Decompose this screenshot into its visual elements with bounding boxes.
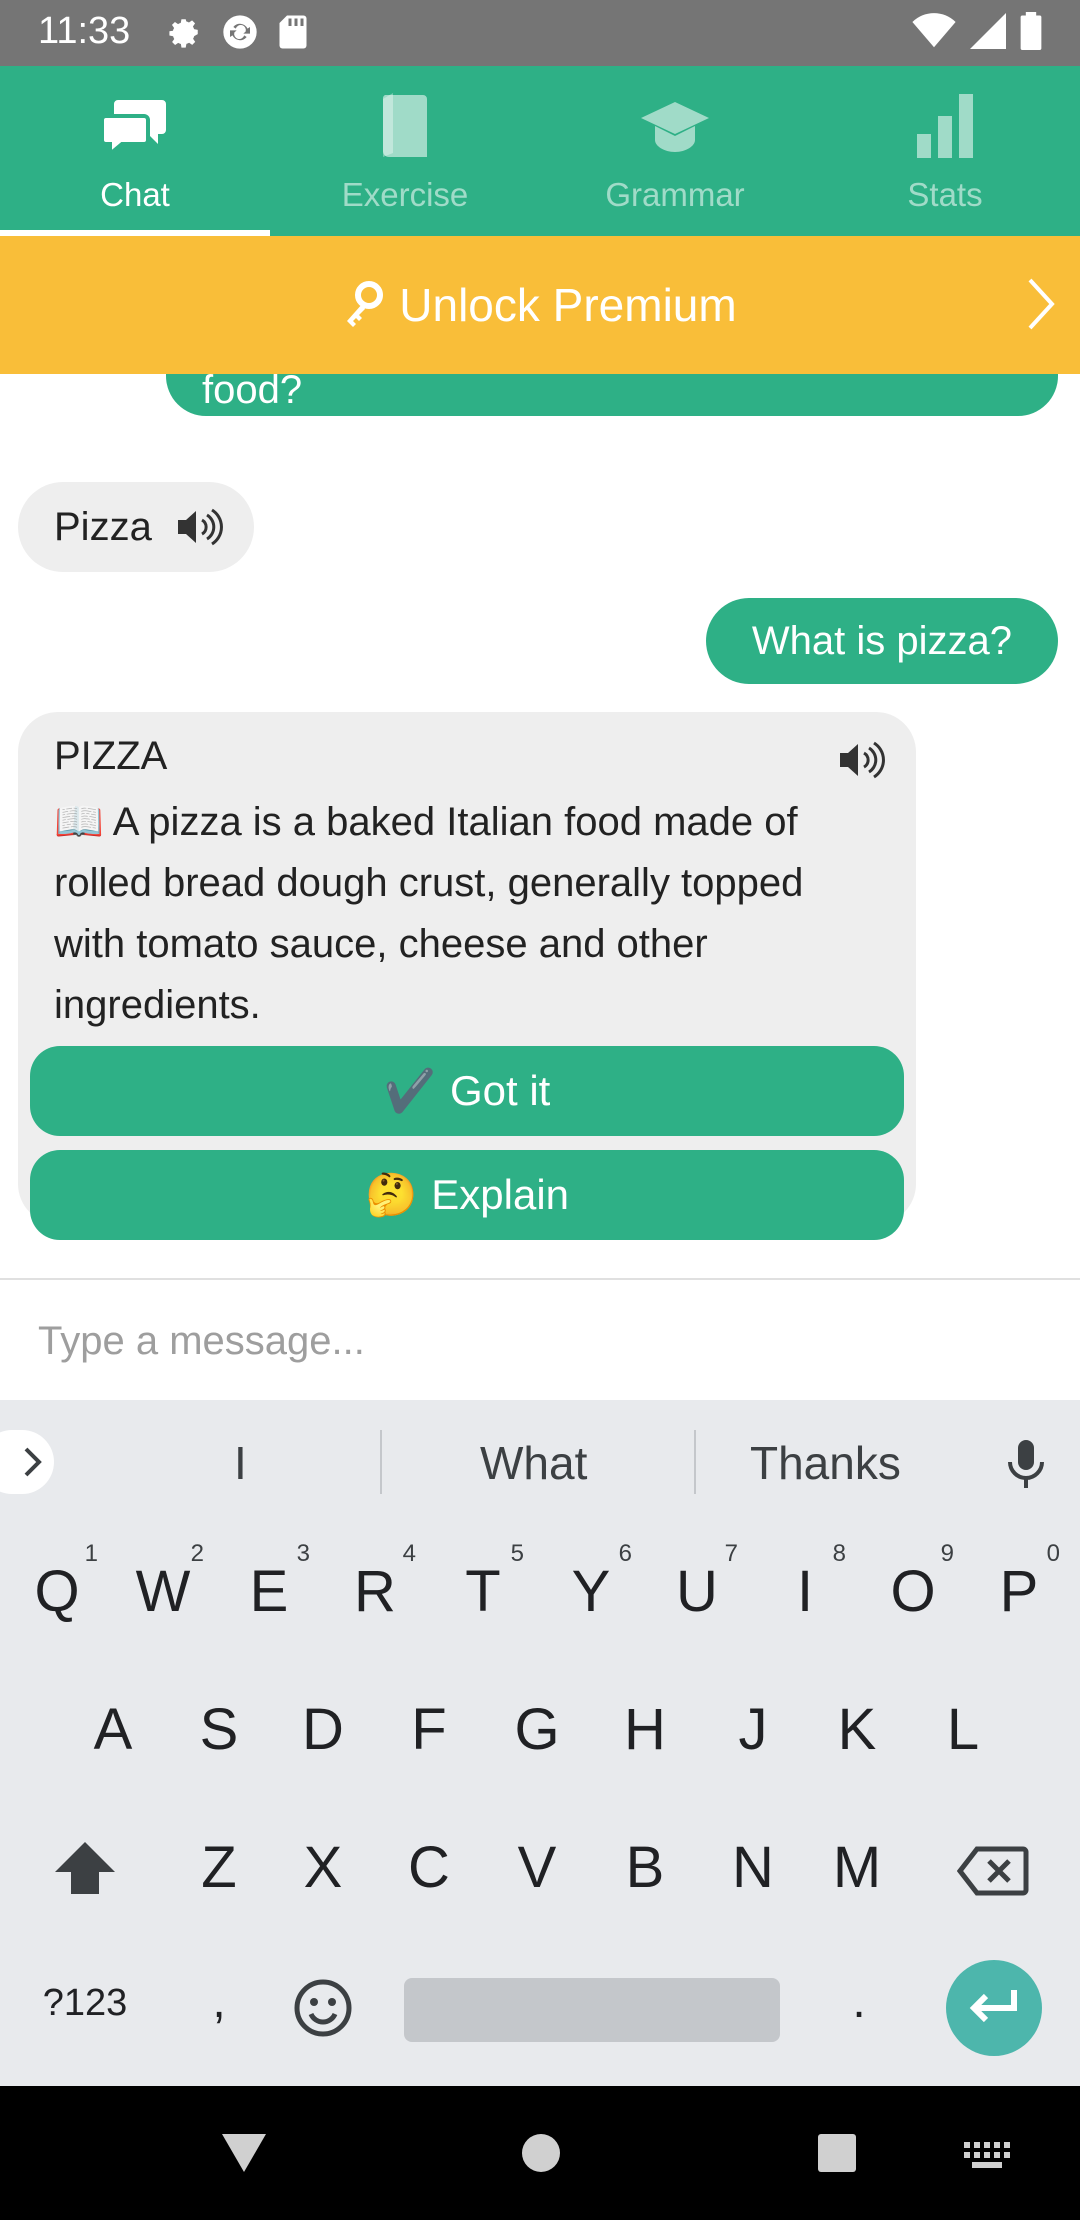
tab-exercise[interactable]: Exercise [270,66,540,236]
key-f[interactable]: F [384,1696,474,1763]
key-icon [347,281,384,327]
definition-card: PIZZA 📖 A pizza is a baked Italian food … [18,712,916,1240]
message-text: food? [202,374,303,412]
key-e[interactable]: E3 [224,1540,314,1625]
recents-icon[interactable] [816,2132,858,2174]
tab-chat[interactable]: Chat [0,66,270,236]
wifi-icon [912,13,956,48]
explain-button[interactable]: 🤔 Explain [30,1150,904,1240]
tab-grammar-label: Grammar [605,176,745,213]
book-icon [382,93,427,157]
key-y[interactable]: Y6 [546,1540,636,1625]
chevron-right-icon [1028,278,1055,330]
shift-icon [55,1842,115,1894]
home-icon[interactable] [520,2132,562,2174]
keyboard-switch-icon[interactable] [964,2142,1010,2168]
outgoing-message-bubble: food? [166,374,1058,416]
key-v[interactable]: V [492,1834,582,1901]
status-time: 11:33 [38,10,131,52]
settings-icon [169,19,198,48]
expand-toolbar-button[interactable] [0,1430,54,1494]
speaker-icon[interactable] [174,507,224,547]
emoji-key[interactable] [278,1978,368,2052]
suggestion-3[interactable]: Thanks [750,1436,901,1490]
period-key[interactable]: . [814,1974,904,2029]
suggestion-2[interactable]: What [480,1436,587,1490]
key-z[interactable]: Z [174,1834,264,1901]
key-q[interactable]: Q1 [12,1540,102,1625]
tab-stats-label: Stats [907,176,983,213]
key-r[interactable]: R4 [330,1540,420,1625]
key-x[interactable]: X [278,1834,368,1901]
navigation-bar [0,2086,1080,2220]
microphone-icon[interactable] [1006,1438,1046,1490]
key-t[interactable]: T5 [438,1540,528,1625]
key-s[interactable]: S [174,1696,264,1763]
user-message-text: What is pizza? [751,618,1012,663]
backspace-key[interactable] [948,1844,1038,1911]
key-u[interactable]: U7 [652,1540,742,1625]
top-tab-bar: Chat Exercise Grammar Stats [0,66,1080,236]
thinking-face-icon: 🤔 [364,1170,418,1218]
signal-icon [970,13,1006,49]
key-p[interactable]: P0 [974,1540,1064,1625]
chevron-right-icon [24,1447,42,1477]
soft-keyboard: I What Thanks Q1 W2 E3 R4 T5 Y6 U7 I8 O9… [0,1400,1080,2086]
backspace-icon [956,1846,1029,1896]
symbols-key[interactable]: ?123 [30,1982,140,2025]
tab-grammar[interactable]: Grammar [540,66,810,236]
unlock-premium-banner[interactable]: Unlock Premium [0,236,1080,374]
definition-body: 📖 A pizza is a baked Italian food made o… [54,792,814,1036]
word-bubble[interactable]: Pizza [18,482,254,572]
tab-chat-label: Chat [100,176,170,213]
key-i[interactable]: I8 [760,1540,850,1625]
word-text: Pizza [54,504,152,549]
key-l[interactable]: L [918,1696,1008,1763]
tab-exercise-label: Exercise [341,176,469,213]
key-m[interactable]: M [812,1834,902,1901]
key-h[interactable]: H [600,1696,690,1763]
definition-title: PIZZA [54,734,168,778]
comma-key[interactable]: , [174,1974,264,2029]
sd-card-icon [279,15,307,49]
message-input-row [0,1278,1080,1400]
premium-label: Unlock Premium [399,279,737,331]
graduation-cap-icon [641,102,709,152]
key-k[interactable]: K [812,1696,902,1763]
chat-bubbles-icon [100,100,166,158]
enter-icon [969,1990,1017,2023]
suggestion-1[interactable]: I [234,1436,247,1490]
key-o[interactable]: O9 [868,1540,958,1625]
key-j[interactable]: J [708,1696,798,1763]
enter-key[interactable] [946,1960,1042,2056]
space-key[interactable] [404,1978,780,2042]
key-d[interactable]: D [278,1696,368,1763]
got-it-button[interactable]: ✔️ Got it [30,1046,904,1136]
battery-icon [1020,12,1042,50]
shift-key[interactable] [40,1840,130,1910]
key-w[interactable]: W2 [118,1540,208,1625]
sync-icon [223,15,257,49]
back-icon[interactable] [220,2132,268,2174]
got-it-label: Got it [449,1067,551,1114]
open-book-icon: 📖 [54,800,104,844]
message-input[interactable] [38,1306,1038,1376]
check-mark-icon: ✔️ [383,1066,436,1114]
key-g[interactable]: G [492,1696,582,1763]
key-c[interactable]: C [384,1834,474,1901]
key-n[interactable]: N [708,1834,798,1901]
smiley-icon [294,1979,352,2037]
tab-stats[interactable]: Stats [810,66,1080,236]
definition-text: A pizza is a baked Italian food made of … [54,800,804,1027]
bar-chart-icon [917,94,973,158]
explain-label: Explain [431,1171,570,1218]
speaker-icon[interactable] [836,740,886,785]
key-b[interactable]: B [600,1834,690,1901]
chat-messages[interactable]: food? Pizza What is pizza? PIZZA 📖 A piz… [0,374,1080,1278]
user-message-bubble: What is pizza? [705,598,1058,684]
key-a[interactable]: A [68,1696,158,1763]
suggestion-bar: I What Thanks [0,1400,1080,1524]
status-bar: 11:33 [0,0,1080,66]
